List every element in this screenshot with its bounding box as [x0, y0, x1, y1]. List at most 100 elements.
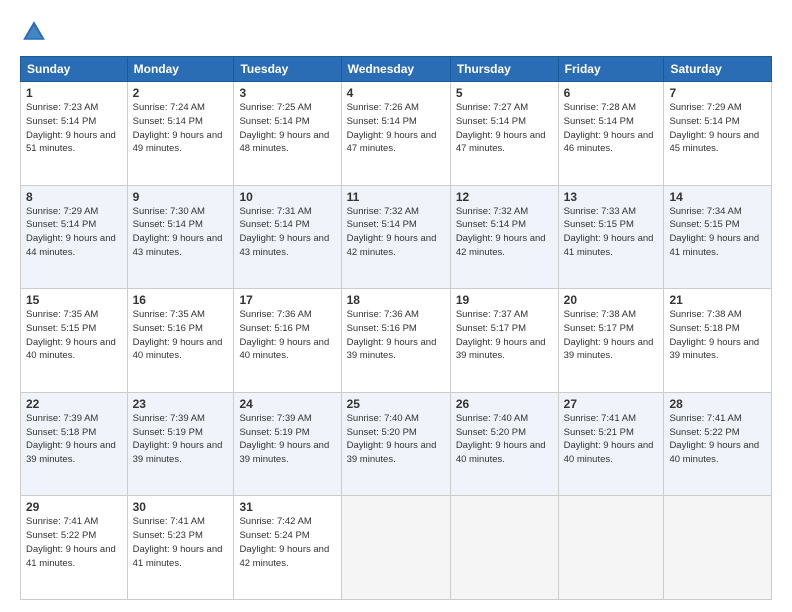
calendar-week-1: 1Sunrise: 7:23 AMSunset: 5:14 PMDaylight… — [21, 82, 772, 186]
day-info: Sunrise: 7:32 AMSunset: 5:14 PMDaylight:… — [347, 205, 445, 260]
day-number: 18 — [347, 293, 445, 307]
calendar-cell: 11Sunrise: 7:32 AMSunset: 5:14 PMDayligh… — [341, 185, 450, 289]
day-info: Sunrise: 7:39 AMSunset: 5:19 PMDaylight:… — [133, 412, 229, 467]
day-number: 12 — [456, 190, 553, 204]
day-number: 2 — [133, 86, 229, 100]
calendar-cell: 20Sunrise: 7:38 AMSunset: 5:17 PMDayligh… — [558, 289, 664, 393]
day-info: Sunrise: 7:32 AMSunset: 5:14 PMDaylight:… — [456, 205, 553, 260]
day-info: Sunrise: 7:23 AMSunset: 5:14 PMDaylight:… — [26, 101, 122, 156]
day-info: Sunrise: 7:35 AMSunset: 5:15 PMDaylight:… — [26, 308, 122, 363]
day-info: Sunrise: 7:35 AMSunset: 5:16 PMDaylight:… — [133, 308, 229, 363]
day-info: Sunrise: 7:28 AMSunset: 5:14 PMDaylight:… — [564, 101, 659, 156]
day-number: 20 — [564, 293, 659, 307]
calendar-header-sunday: Sunday — [21, 57, 128, 82]
calendar-cell: 26Sunrise: 7:40 AMSunset: 5:20 PMDayligh… — [450, 392, 558, 496]
day-number: 13 — [564, 190, 659, 204]
day-number: 30 — [133, 500, 229, 514]
day-info: Sunrise: 7:41 AMSunset: 5:22 PMDaylight:… — [26, 515, 122, 570]
calendar-header-row: SundayMondayTuesdayWednesdayThursdayFrid… — [21, 57, 772, 82]
calendar-cell: 27Sunrise: 7:41 AMSunset: 5:21 PMDayligh… — [558, 392, 664, 496]
day-number: 1 — [26, 86, 122, 100]
day-number: 31 — [239, 500, 335, 514]
day-info: Sunrise: 7:40 AMSunset: 5:20 PMDaylight:… — [347, 412, 445, 467]
calendar-cell: 10Sunrise: 7:31 AMSunset: 5:14 PMDayligh… — [234, 185, 341, 289]
calendar-cell: 15Sunrise: 7:35 AMSunset: 5:15 PMDayligh… — [21, 289, 128, 393]
calendar-week-2: 8Sunrise: 7:29 AMSunset: 5:14 PMDaylight… — [21, 185, 772, 289]
calendar-header-wednesday: Wednesday — [341, 57, 450, 82]
calendar-cell: 2Sunrise: 7:24 AMSunset: 5:14 PMDaylight… — [127, 82, 234, 186]
day-info: Sunrise: 7:27 AMSunset: 5:14 PMDaylight:… — [456, 101, 553, 156]
calendar-cell: 14Sunrise: 7:34 AMSunset: 5:15 PMDayligh… — [664, 185, 772, 289]
calendar-cell: 16Sunrise: 7:35 AMSunset: 5:16 PMDayligh… — [127, 289, 234, 393]
calendar-header-tuesday: Tuesday — [234, 57, 341, 82]
day-info: Sunrise: 7:29 AMSunset: 5:14 PMDaylight:… — [669, 101, 766, 156]
calendar-cell: 30Sunrise: 7:41 AMSunset: 5:23 PMDayligh… — [127, 496, 234, 600]
day-number: 10 — [239, 190, 335, 204]
calendar-week-5: 29Sunrise: 7:41 AMSunset: 5:22 PMDayligh… — [21, 496, 772, 600]
calendar-cell: 31Sunrise: 7:42 AMSunset: 5:24 PMDayligh… — [234, 496, 341, 600]
day-info: Sunrise: 7:41 AMSunset: 5:23 PMDaylight:… — [133, 515, 229, 570]
calendar-header-thursday: Thursday — [450, 57, 558, 82]
day-info: Sunrise: 7:38 AMSunset: 5:17 PMDaylight:… — [564, 308, 659, 363]
day-number: 6 — [564, 86, 659, 100]
day-number: 4 — [347, 86, 445, 100]
day-number: 24 — [239, 397, 335, 411]
logo-icon — [20, 18, 48, 46]
calendar-cell: 25Sunrise: 7:40 AMSunset: 5:20 PMDayligh… — [341, 392, 450, 496]
day-info: Sunrise: 7:29 AMSunset: 5:14 PMDaylight:… — [26, 205, 122, 260]
day-info: Sunrise: 7:40 AMSunset: 5:20 PMDaylight:… — [456, 412, 553, 467]
calendar-cell: 13Sunrise: 7:33 AMSunset: 5:15 PMDayligh… — [558, 185, 664, 289]
calendar-week-3: 15Sunrise: 7:35 AMSunset: 5:15 PMDayligh… — [21, 289, 772, 393]
calendar-cell: 7Sunrise: 7:29 AMSunset: 5:14 PMDaylight… — [664, 82, 772, 186]
calendar-header-saturday: Saturday — [664, 57, 772, 82]
day-info: Sunrise: 7:42 AMSunset: 5:24 PMDaylight:… — [239, 515, 335, 570]
calendar-header-monday: Monday — [127, 57, 234, 82]
day-number: 21 — [669, 293, 766, 307]
day-number: 7 — [669, 86, 766, 100]
day-info: Sunrise: 7:36 AMSunset: 5:16 PMDaylight:… — [347, 308, 445, 363]
calendar-cell: 18Sunrise: 7:36 AMSunset: 5:16 PMDayligh… — [341, 289, 450, 393]
day-number: 17 — [239, 293, 335, 307]
day-number: 26 — [456, 397, 553, 411]
calendar-cell — [341, 496, 450, 600]
calendar-cell: 1Sunrise: 7:23 AMSunset: 5:14 PMDaylight… — [21, 82, 128, 186]
day-info: Sunrise: 7:24 AMSunset: 5:14 PMDaylight:… — [133, 101, 229, 156]
calendar-cell: 9Sunrise: 7:30 AMSunset: 5:14 PMDaylight… — [127, 185, 234, 289]
day-info: Sunrise: 7:38 AMSunset: 5:18 PMDaylight:… — [669, 308, 766, 363]
calendar-cell: 3Sunrise: 7:25 AMSunset: 5:14 PMDaylight… — [234, 82, 341, 186]
day-info: Sunrise: 7:36 AMSunset: 5:16 PMDaylight:… — [239, 308, 335, 363]
calendar-cell: 29Sunrise: 7:41 AMSunset: 5:22 PMDayligh… — [21, 496, 128, 600]
calendar-table: SundayMondayTuesdayWednesdayThursdayFrid… — [20, 56, 772, 600]
day-number: 5 — [456, 86, 553, 100]
calendar-week-4: 22Sunrise: 7:39 AMSunset: 5:18 PMDayligh… — [21, 392, 772, 496]
calendar-cell — [558, 496, 664, 600]
day-number: 15 — [26, 293, 122, 307]
calendar-cell: 5Sunrise: 7:27 AMSunset: 5:14 PMDaylight… — [450, 82, 558, 186]
day-number: 29 — [26, 500, 122, 514]
calendar-cell: 24Sunrise: 7:39 AMSunset: 5:19 PMDayligh… — [234, 392, 341, 496]
day-info: Sunrise: 7:31 AMSunset: 5:14 PMDaylight:… — [239, 205, 335, 260]
calendar-cell: 23Sunrise: 7:39 AMSunset: 5:19 PMDayligh… — [127, 392, 234, 496]
day-info: Sunrise: 7:33 AMSunset: 5:15 PMDaylight:… — [564, 205, 659, 260]
day-number: 3 — [239, 86, 335, 100]
day-number: 28 — [669, 397, 766, 411]
calendar-cell: 19Sunrise: 7:37 AMSunset: 5:17 PMDayligh… — [450, 289, 558, 393]
calendar-cell: 17Sunrise: 7:36 AMSunset: 5:16 PMDayligh… — [234, 289, 341, 393]
calendar-cell — [450, 496, 558, 600]
day-info: Sunrise: 7:34 AMSunset: 5:15 PMDaylight:… — [669, 205, 766, 260]
day-number: 27 — [564, 397, 659, 411]
day-info: Sunrise: 7:39 AMSunset: 5:19 PMDaylight:… — [239, 412, 335, 467]
day-number: 19 — [456, 293, 553, 307]
calendar-header-friday: Friday — [558, 57, 664, 82]
day-number: 22 — [26, 397, 122, 411]
calendar-cell: 4Sunrise: 7:26 AMSunset: 5:14 PMDaylight… — [341, 82, 450, 186]
day-info: Sunrise: 7:26 AMSunset: 5:14 PMDaylight:… — [347, 101, 445, 156]
logo — [20, 18, 54, 46]
day-number: 25 — [347, 397, 445, 411]
day-number: 23 — [133, 397, 229, 411]
calendar-cell: 6Sunrise: 7:28 AMSunset: 5:14 PMDaylight… — [558, 82, 664, 186]
day-number: 16 — [133, 293, 229, 307]
header — [20, 18, 772, 46]
day-number: 8 — [26, 190, 122, 204]
day-number: 14 — [669, 190, 766, 204]
